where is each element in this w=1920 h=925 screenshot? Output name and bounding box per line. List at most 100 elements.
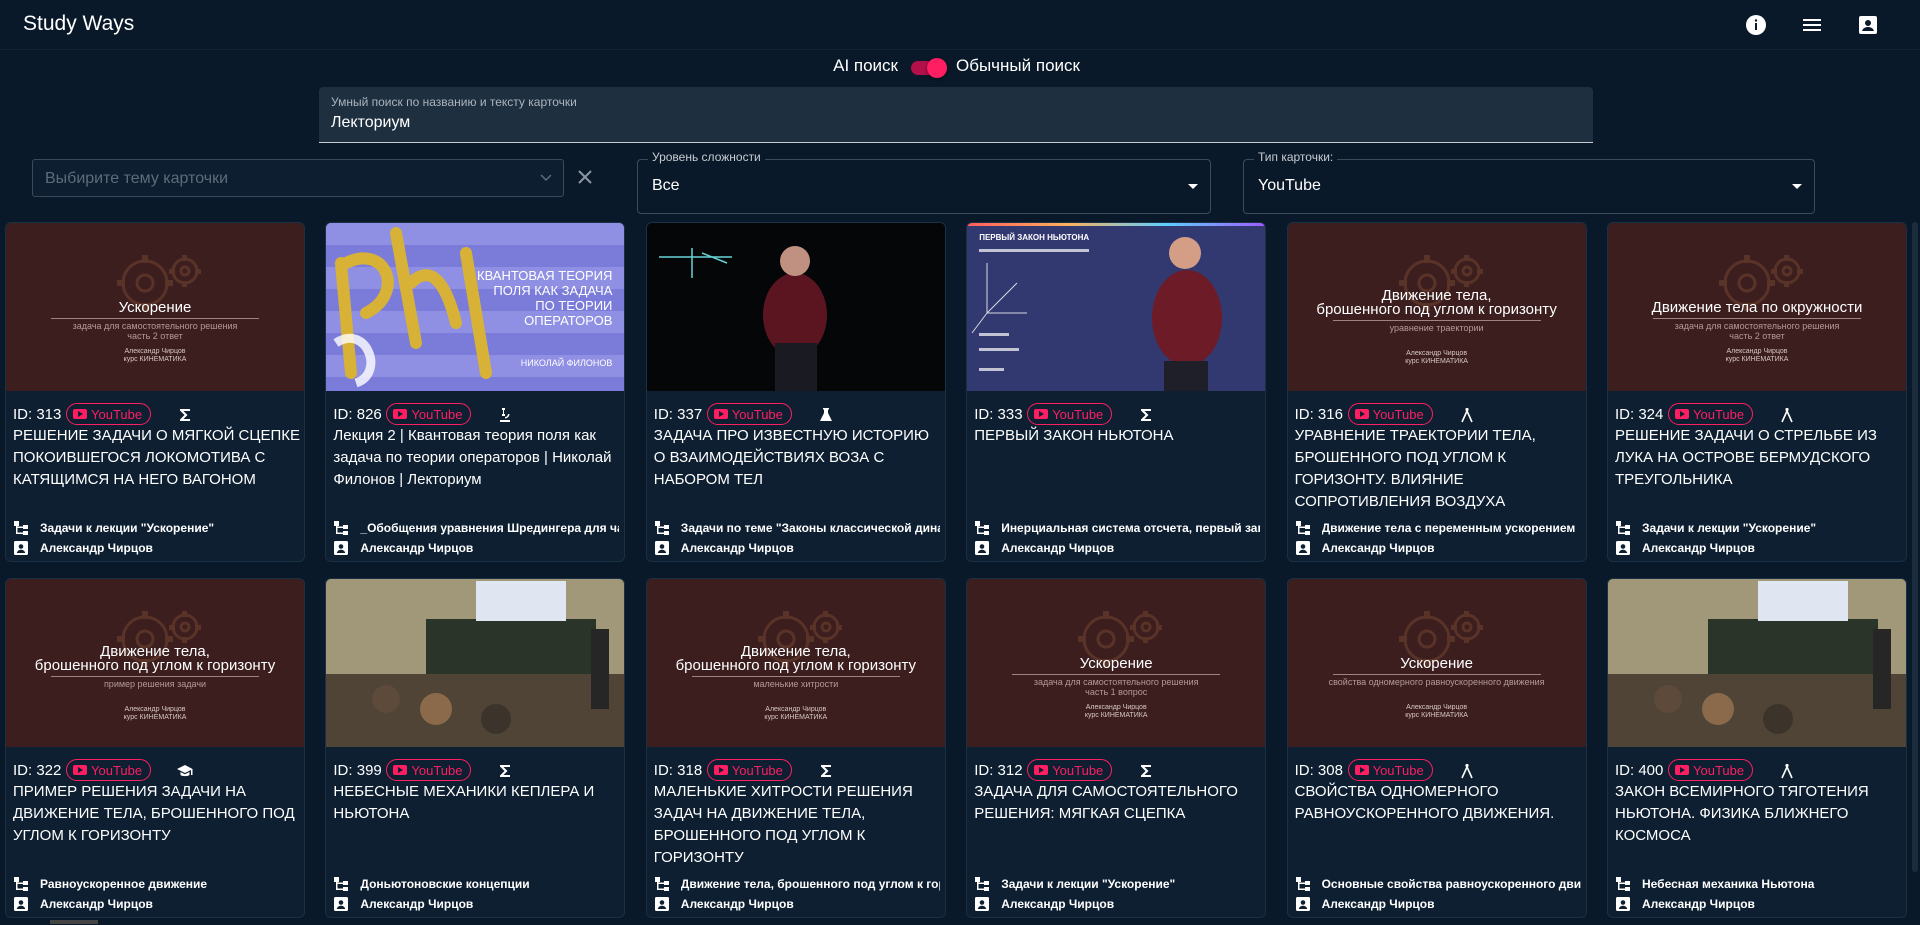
topic-tree-icon bbox=[974, 876, 990, 892]
card-title[interactable]: ЗАКОН ВСЕМИРНОГО ТЯГОТЕНИЯ НЬЮТОНА. ФИЗИ… bbox=[1615, 781, 1903, 847]
clear-topic-button[interactable] bbox=[576, 168, 594, 186]
chevron-down-icon bbox=[539, 170, 553, 184]
card-topic[interactable]: Инерциальная система отсчета, первый зак… bbox=[974, 520, 1262, 536]
youtube-badge[interactable]: YouTube bbox=[1668, 403, 1754, 425]
video-card[interactable]: Ускорение задача для самостоятельного ре… bbox=[966, 578, 1267, 918]
card-topic[interactable]: Движение тела с переменным ускорением bbox=[1295, 520, 1583, 536]
youtube-badge[interactable]: YouTube bbox=[1347, 759, 1433, 781]
card-title[interactable]: РЕШЕНИЕ ЗАДАЧИ О МЯГКОЙ СЦЕПКЕ ПОКОИВШЕГ… bbox=[13, 425, 301, 491]
thumbnail-divider bbox=[1012, 674, 1221, 675]
card-topic[interactable]: Движение тела, брошенного под углом к го… bbox=[654, 876, 942, 892]
card-title[interactable]: МАЛЕНЬКИЕ ХИТРОСТИ РЕШЕНИЯ ЗАДАЧ НА ДВИЖ… bbox=[654, 781, 942, 869]
card-title[interactable]: ПЕРВЫЙ ЗАКОН НЬЮТОНА bbox=[974, 425, 1262, 447]
card-title[interactable]: РЕШЕНИЕ ЗАДАЧИ О СТРЕЛЬБЕ ИЗ ЛУКА НА ОСТ… bbox=[1615, 425, 1903, 491]
video-thumbnail[interactable]: Ускорение задача для самостоятельного ре… bbox=[6, 223, 304, 391]
search-mode-switch[interactable] bbox=[908, 56, 948, 80]
card-topic[interactable]: Задачи по теме "Законы классической дина… bbox=[654, 520, 942, 536]
youtube-badge[interactable]: YouTube bbox=[706, 403, 792, 425]
video-thumbnail[interactable]: Движение тела, брошенного под углом к го… bbox=[1287, 223, 1586, 391]
account-icon[interactable] bbox=[1856, 13, 1880, 37]
card-topic[interactable]: Основные свойства равноускоренного движе… bbox=[1295, 876, 1583, 892]
thumbnail-title: Движение тела, брошенного под углом к го… bbox=[1316, 287, 1557, 318]
info-icon[interactable] bbox=[1744, 13, 1768, 37]
card-title[interactable]: Лекция 2 | Квантовая теория поля как зад… bbox=[333, 425, 621, 491]
video-card[interactable]: Движение тела, брошенного под углом к го… bbox=[5, 578, 305, 918]
video-card[interactable]: Ускорение свойства одномерного равноуско… bbox=[1286, 578, 1587, 918]
video-card[interactable]: КВАНТОВАЯ ТЕОРИЯ ПОЛЯ КАК ЗАДАЧА ПО ТЕОР… bbox=[325, 222, 626, 562]
card-topic[interactable]: Задачи к лекции "Ускорение" bbox=[13, 520, 301, 536]
sigma-icon bbox=[496, 762, 514, 780]
card-author[interactable]: Александр Чирцов bbox=[333, 896, 621, 912]
video-thumbnail[interactable]: Ускорение свойства одномерного равноуско… bbox=[1287, 579, 1586, 747]
card-title[interactable]: НЕБЕСНЫЕ МЕХАНИКИ КЕПЛЕРА И НЬЮТОНА bbox=[333, 781, 621, 825]
card-meta-row: ID: 333 YouTube bbox=[974, 403, 1260, 427]
card-author[interactable]: Александр Чирцов bbox=[974, 540, 1262, 556]
card-topic[interactable]: Доньютоновские концепции bbox=[333, 876, 621, 892]
horizontal-scrollbar[interactable] bbox=[0, 919, 1920, 925]
card-topic[interactable]: Равноускоренное движение bbox=[13, 876, 301, 892]
video-card[interactable]: ID: 400 YouTube ЗАКОН ВСЕМИРНОГО ТЯГОТЕН… bbox=[1607, 578, 1907, 918]
youtube-badge[interactable]: YouTube bbox=[1027, 759, 1113, 781]
video-thumbnail[interactable] bbox=[646, 223, 945, 391]
thumbnail-title: Ускорение bbox=[1079, 655, 1153, 672]
video-card[interactable]: Ускорение задача для самостоятельного ре… bbox=[5, 222, 305, 562]
video-thumbnail[interactable]: ПЕРВЫЙ ЗАКОН НЬЮТОНА bbox=[967, 223, 1266, 391]
card-title[interactable]: ЗАДАЧА ПРО ИЗВЕСТНУЮ ИСТОРИЮ О ВЗАИМОДЕЙ… bbox=[654, 425, 942, 491]
card-author[interactable]: Александр Чирцов bbox=[1615, 896, 1903, 912]
card-author[interactable]: Александр Чирцов bbox=[333, 540, 621, 556]
video-thumbnail[interactable]: Ускорение задача для самостоятельного ре… bbox=[967, 579, 1266, 747]
video-card[interactable]: Движение тела по окружности задача для с… bbox=[1607, 222, 1907, 562]
youtube-badge[interactable]: YouTube bbox=[1027, 403, 1113, 425]
card-author[interactable]: Александр Чирцов bbox=[1615, 540, 1903, 556]
card-id: ID: 333 bbox=[974, 406, 1023, 423]
difficulty-select[interactable]: Уровень сложности Все bbox=[637, 150, 1211, 214]
video-thumbnail[interactable] bbox=[1608, 579, 1906, 747]
card-author[interactable]: Александр Чирцов bbox=[13, 540, 301, 556]
video-thumbnail[interactable] bbox=[326, 579, 625, 747]
video-card[interactable]: Движение тела, брошенного под углом к го… bbox=[645, 578, 946, 918]
card-title[interactable]: ЗАДАЧА ДЛЯ САМОСТОЯТЕЛЬНОГО РЕШЕНИЯ: МЯГ… bbox=[974, 781, 1262, 825]
youtube-badge-label: YouTube bbox=[731, 406, 783, 422]
video-card[interactable]: ID: 337 YouTube ЗАДАЧА ПРО ИЗВЕСТНУЮ ИСТ… bbox=[645, 222, 946, 562]
thumbnail-author: Александр Чирцов курс КИНЕМАТИКА bbox=[1405, 350, 1468, 365]
card-title[interactable]: УРАВНЕНИЕ ТРАЕКТОРИИ ТЕЛА, БРОШЕННОГО ПО… bbox=[1295, 425, 1583, 513]
card-author[interactable]: Александр Чирцов bbox=[1295, 540, 1583, 556]
youtube-badge[interactable]: YouTube bbox=[1347, 403, 1433, 425]
card-author[interactable]: Александр Чирцов bbox=[13, 896, 301, 912]
thumbnail-title: Ускорение bbox=[1400, 655, 1473, 672]
app-bar: Study Ways bbox=[0, 0, 1920, 50]
topic-select[interactable]: Выбирите тему карточки bbox=[32, 159, 564, 197]
card-topic[interactable]: Небесная механика Ньютона bbox=[1615, 876, 1903, 892]
card-author[interactable]: Александр Чирцов bbox=[974, 896, 1262, 912]
youtube-badge[interactable]: YouTube bbox=[386, 403, 472, 425]
card-author[interactable]: Александр Чирцов bbox=[654, 540, 942, 556]
card-topic[interactable]: Задачи к лекции "Ускорение" bbox=[974, 876, 1262, 892]
menu-icon[interactable] bbox=[1800, 13, 1824, 37]
youtube-badge[interactable]: YouTube bbox=[66, 403, 152, 425]
youtube-badge[interactable]: YouTube bbox=[66, 759, 152, 781]
app-title[interactable]: Study Ways bbox=[23, 12, 134, 36]
video-card[interactable]: Движение тела, брошенного под углом к го… bbox=[1286, 222, 1587, 562]
card-topic[interactable]: _Обобщения уравнения Шредингера для част… bbox=[333, 520, 621, 536]
card-type-select[interactable]: Тип карточки: YouTube bbox=[1243, 150, 1815, 214]
vertical-scrollbar[interactable] bbox=[1910, 222, 1920, 925]
video-thumbnail[interactable]: Движение тела по окружности задача для с… bbox=[1608, 223, 1906, 391]
card-topic-label: _Обобщения уравнения Шредингера для част… bbox=[360, 521, 619, 535]
video-card[interactable]: ID: 399 YouTube НЕБЕСНЫЕ МЕХАНИКИ КЕПЛЕР… bbox=[325, 578, 626, 918]
youtube-badge[interactable]: YouTube bbox=[706, 759, 792, 781]
card-author[interactable]: Александр Чирцов bbox=[1295, 896, 1583, 912]
video-thumbnail[interactable]: Движение тела, брошенного под углом к го… bbox=[646, 579, 945, 747]
smart-search-field[interactable]: Умный поиск по названию и тексту карточк… bbox=[319, 87, 1593, 143]
card-author[interactable]: Александр Чирцов bbox=[654, 896, 942, 912]
card-title[interactable]: ПРИМЕР РЕШЕНИЯ ЗАДАЧИ НА ДВИЖЕНИЕ ТЕЛА, … bbox=[13, 781, 301, 847]
video-card[interactable]: ПЕРВЫЙ ЗАКОН НЬЮТОНА ID: 333 YouTube ПЕР… bbox=[966, 222, 1267, 562]
video-thumbnail[interactable]: КВАНТОВАЯ ТЕОРИЯ ПОЛЯ КАК ЗАДАЧА ПО ТЕОР… bbox=[326, 223, 625, 391]
card-title[interactable]: СВОЙСТВА ОДНОМЕРНОГО РАВНОУСКОРЕННОГО ДВ… bbox=[1295, 781, 1583, 825]
smart-search-input[interactable] bbox=[331, 114, 1571, 132]
youtube-badge[interactable]: YouTube bbox=[1668, 759, 1754, 781]
youtube-badge[interactable]: YouTube bbox=[386, 759, 472, 781]
card-topic[interactable]: Задачи к лекции "Ускорение" bbox=[1615, 520, 1903, 536]
topic-placeholder: Выбирите тему карточки bbox=[45, 170, 229, 187]
thumbnail-title: Ускорение bbox=[118, 299, 192, 316]
video-thumbnail[interactable]: Движение тела, брошенного под углом к го… bbox=[6, 579, 304, 747]
